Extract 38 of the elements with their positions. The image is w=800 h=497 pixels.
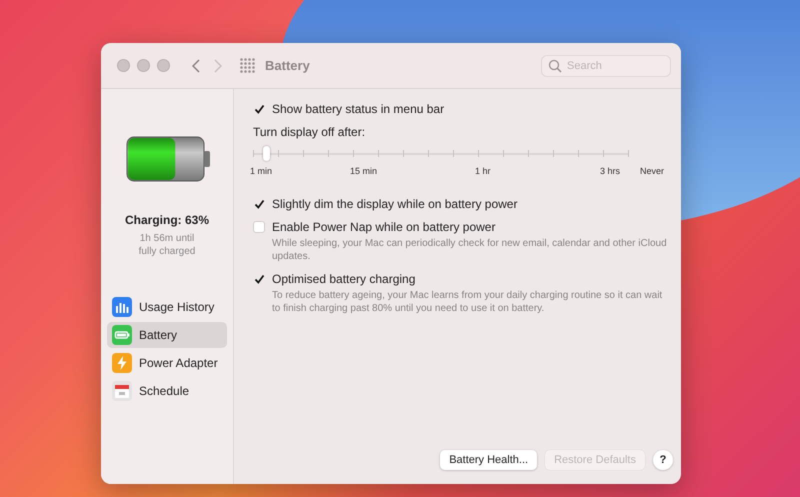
sidebar-item[interactable]: Battery	[107, 322, 227, 348]
zoom-button[interactable]	[157, 59, 170, 72]
button[interactable]: Battery Health...	[440, 450, 538, 470]
description-text: To reduce battery ageing, your Mac learns from your daily charging routine so it can wait to finish charging past 80% until you need to use it on battery.	[272, 289, 664, 315]
sidebar-item[interactable]: Schedule	[107, 378, 227, 404]
checkbox[interactable]	[253, 273, 265, 285]
minimize-button[interactable]	[137, 59, 150, 72]
charging-status: Charging: 63%	[124, 213, 209, 227]
bar-chart-icon	[112, 297, 132, 317]
checkbox[interactable]	[253, 198, 265, 210]
grid-icon[interactable]	[240, 58, 255, 73]
search-icon	[548, 58, 562, 72]
charge-time-estimate: 1h 56m until fully charged	[138, 232, 196, 258]
tick-label: Never	[640, 166, 664, 176]
help-button[interactable]: ?	[653, 450, 673, 470]
checkbox-label: Show battery status in menu bar	[272, 102, 444, 116]
battery-level-icon	[126, 135, 212, 183]
slider-thumb[interactable]	[263, 146, 270, 161]
battery-icon	[112, 325, 132, 345]
search-field[interactable]: Search	[541, 54, 671, 76]
checkbox-label: Slightly dim the display while on battery power	[272, 197, 518, 211]
back-icon[interactable]	[192, 58, 200, 72]
description-text: While sleeping, your Mac can periodically check for new email, calendar and other iCloud updates.	[272, 237, 668, 263]
slider-label: Turn display off after:	[253, 125, 366, 139]
tick-label: 3 hrs	[600, 166, 620, 176]
tick-label: 1 min	[250, 166, 272, 176]
sidebar-item[interactable]: Usage History	[107, 294, 227, 320]
tick-label: 15 min	[350, 166, 378, 176]
checkbox-label: Optimised battery charging	[272, 272, 416, 286]
sidebar-item[interactable]: Power Adapter	[107, 350, 227, 376]
checkbox[interactable]	[253, 103, 265, 115]
forward-icon[interactable]	[214, 58, 222, 72]
window-title: Battery	[265, 58, 310, 73]
checkbox-label: Enable Power Nap while on battery power	[272, 220, 496, 234]
close-button[interactable]	[117, 59, 130, 72]
lightning-bolt-icon	[112, 353, 132, 373]
calendar-icon	[112, 381, 132, 401]
tick-label: 1 hr	[475, 166, 491, 176]
